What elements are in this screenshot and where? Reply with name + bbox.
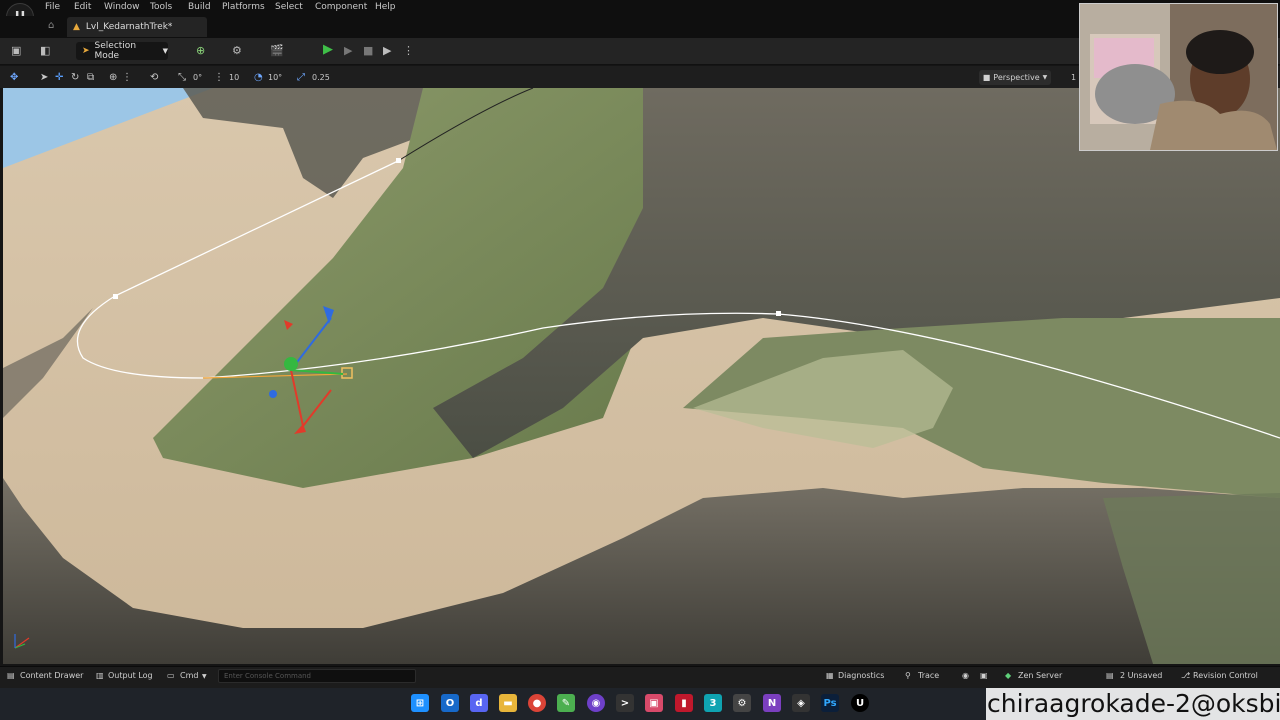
selection-mode-dropdown[interactable]: ➤ Selection Mode ▼ [76, 41, 168, 61]
spline-point[interactable] [113, 294, 118, 299]
perspective-label: Perspective [993, 73, 1040, 82]
translate-snap-icon[interactable]: ⤡ [178, 72, 186, 83]
rotation-snap-value[interactable]: 10° [268, 73, 282, 82]
windows-start-icon[interactable]: ⊞ [411, 694, 429, 712]
webcam-overlay [1079, 3, 1278, 151]
gizmo-y-handle[interactable] [284, 357, 298, 371]
spline-point[interactable] [396, 158, 401, 163]
more-options-icon[interactable]: ⋮ [403, 44, 414, 57]
perspective-dropdown[interactable]: ■ Perspective ▼ [979, 70, 1051, 85]
cmd-dropdown[interactable]: Cmd [180, 671, 198, 680]
chrome-icon[interactable]: ● [528, 694, 546, 712]
chevron-down-icon: ▼ [202, 673, 207, 680]
record-icon[interactable]: ◉ [962, 671, 969, 680]
browse-icon[interactable]: ◧ [40, 44, 50, 57]
menu-build[interactable]: Build [188, 2, 211, 12]
output-log-button[interactable]: Output Log [108, 671, 153, 680]
network-icon[interactable]: ⚙ [733, 694, 751, 712]
revision-control-icon[interactable]: ⎇ [1181, 671, 1190, 680]
unreal-engine-icon[interactable]: U [851, 694, 869, 712]
viewport-extra-value[interactable]: 1 [1071, 73, 1076, 82]
chevron-down-icon: ▼ [1042, 74, 1048, 81]
zen-server-button[interactable]: Zen Server [1018, 671, 1062, 680]
level-viewport[interactable] [3, 88, 1280, 664]
selection-mode-label: Selection Mode [94, 41, 137, 61]
grid-snap-icon[interactable]: ⋮ [214, 72, 224, 83]
step-icon[interactable]: ▶ [344, 44, 352, 57]
save-icon[interactable]: ▣ [11, 44, 21, 57]
scale-tool-icon[interactable]: ⧉ [87, 72, 94, 83]
cmd-icon[interactable]: ▭ [167, 671, 175, 680]
rotation-snap-icon[interactable]: ◔ [254, 72, 263, 83]
viewport-scene[interactable] [3, 88, 1280, 664]
app-teal-icon[interactable]: 3 [704, 694, 722, 712]
webcam-image [1080, 4, 1277, 150]
zen-server-icon[interactable]: ◆ [1005, 671, 1011, 680]
world-space-icon[interactable]: ⊕ [109, 72, 117, 83]
upi-watermark: chiraagrokade-2@oksbi [986, 688, 1280, 720]
github-icon[interactable]: ◉ [587, 694, 605, 712]
move-tool-icon[interactable]: ✛ [55, 72, 63, 83]
visual-studio-icon[interactable]: N [763, 694, 781, 712]
surface-snap-icon[interactable]: ⋮ [122, 72, 132, 83]
level-icon: ▲ [73, 22, 80, 32]
play-icon[interactable]: ▶ [323, 42, 333, 57]
content-drawer-button[interactable]: Content Drawer [20, 671, 83, 680]
menu-tools[interactable]: Tools [150, 2, 172, 12]
grid-snap-value[interactable]: 10 [229, 73, 239, 82]
spline-point[interactable] [776, 311, 781, 316]
stop-icon[interactable]: ■ [363, 44, 373, 57]
content-drawer-icon[interactable]: ▤ [7, 671, 15, 680]
gizmo-plane-handle[interactable] [269, 390, 277, 398]
menu-platforms[interactable]: Platforms [222, 2, 265, 12]
cursor-icon: ➤ [82, 46, 90, 56]
scale-snap-icon[interactable]: ⤢ [297, 72, 305, 83]
snapshot-icon[interactable]: ▣ [980, 671, 988, 680]
menu-help[interactable]: Help [375, 2, 396, 12]
transform-menu-icon[interactable]: ✥ [10, 72, 18, 83]
home-icon[interactable]: ⌂ [48, 20, 54, 31]
menu-component[interactable]: Component [315, 2, 367, 12]
console-command-input[interactable]: Enter Console Command [218, 669, 416, 683]
revision-control-button[interactable]: Revision Control [1193, 671, 1258, 680]
menu-select[interactable]: Select [275, 2, 303, 12]
cinematics-icon[interactable]: 🎬 [270, 44, 284, 57]
unsaved-button[interactable]: 2 Unsaved [1120, 671, 1162, 680]
photos-icon[interactable]: ▣ [645, 694, 663, 712]
menu-file[interactable]: File [45, 2, 60, 12]
app-red-icon[interactable]: ▮ [675, 694, 693, 712]
davinci-icon[interactable]: ◈ [792, 694, 810, 712]
unsaved-icon[interactable]: ▤ [1106, 671, 1114, 680]
terminal-icon[interactable]: > [616, 694, 634, 712]
tab-level[interactable]: ▲ Lvl_KedarnathTrek* [67, 17, 207, 37]
add-actor-icon[interactable]: ⊕ [196, 44, 205, 57]
output-log-icon[interactable]: ▥ [96, 671, 104, 680]
menu-edit[interactable]: Edit [74, 2, 91, 12]
file-explorer-icon[interactable]: ▬ [499, 694, 517, 712]
play-options-icon[interactable]: ▶ [383, 44, 391, 57]
photoshop-icon[interactable]: Ps [821, 694, 839, 712]
trace-icon[interactable]: ⚲ [905, 671, 911, 680]
person-hair [1186, 30, 1254, 74]
select-tool-icon[interactable]: ➤ [40, 72, 48, 83]
outlook-icon[interactable]: O [441, 694, 459, 712]
diagnostics-icon[interactable]: ▦ [826, 671, 834, 680]
trace-dropdown[interactable]: Trace [918, 671, 939, 680]
translate-snap-value[interactable]: 0° [193, 73, 202, 82]
notepad-icon[interactable]: ✎ [557, 694, 575, 712]
menu-window[interactable]: Window [104, 2, 140, 12]
diagnostics-button[interactable]: Diagnostics [838, 671, 884, 680]
discord-icon[interactable]: d [470, 694, 488, 712]
scale-snap-value[interactable]: 0.25 [312, 73, 330, 82]
blueprint-icon[interactable]: ⚙ [232, 44, 242, 57]
rotate-tool-icon[interactable]: ↻ [71, 72, 79, 83]
chevron-down-icon: ▼ [162, 47, 168, 55]
camera-icon: ■ [982, 73, 991, 82]
snap-icon[interactable]: ⟲ [150, 72, 158, 83]
tab-level-label: Lvl_KedarnathTrek* [85, 22, 173, 32]
